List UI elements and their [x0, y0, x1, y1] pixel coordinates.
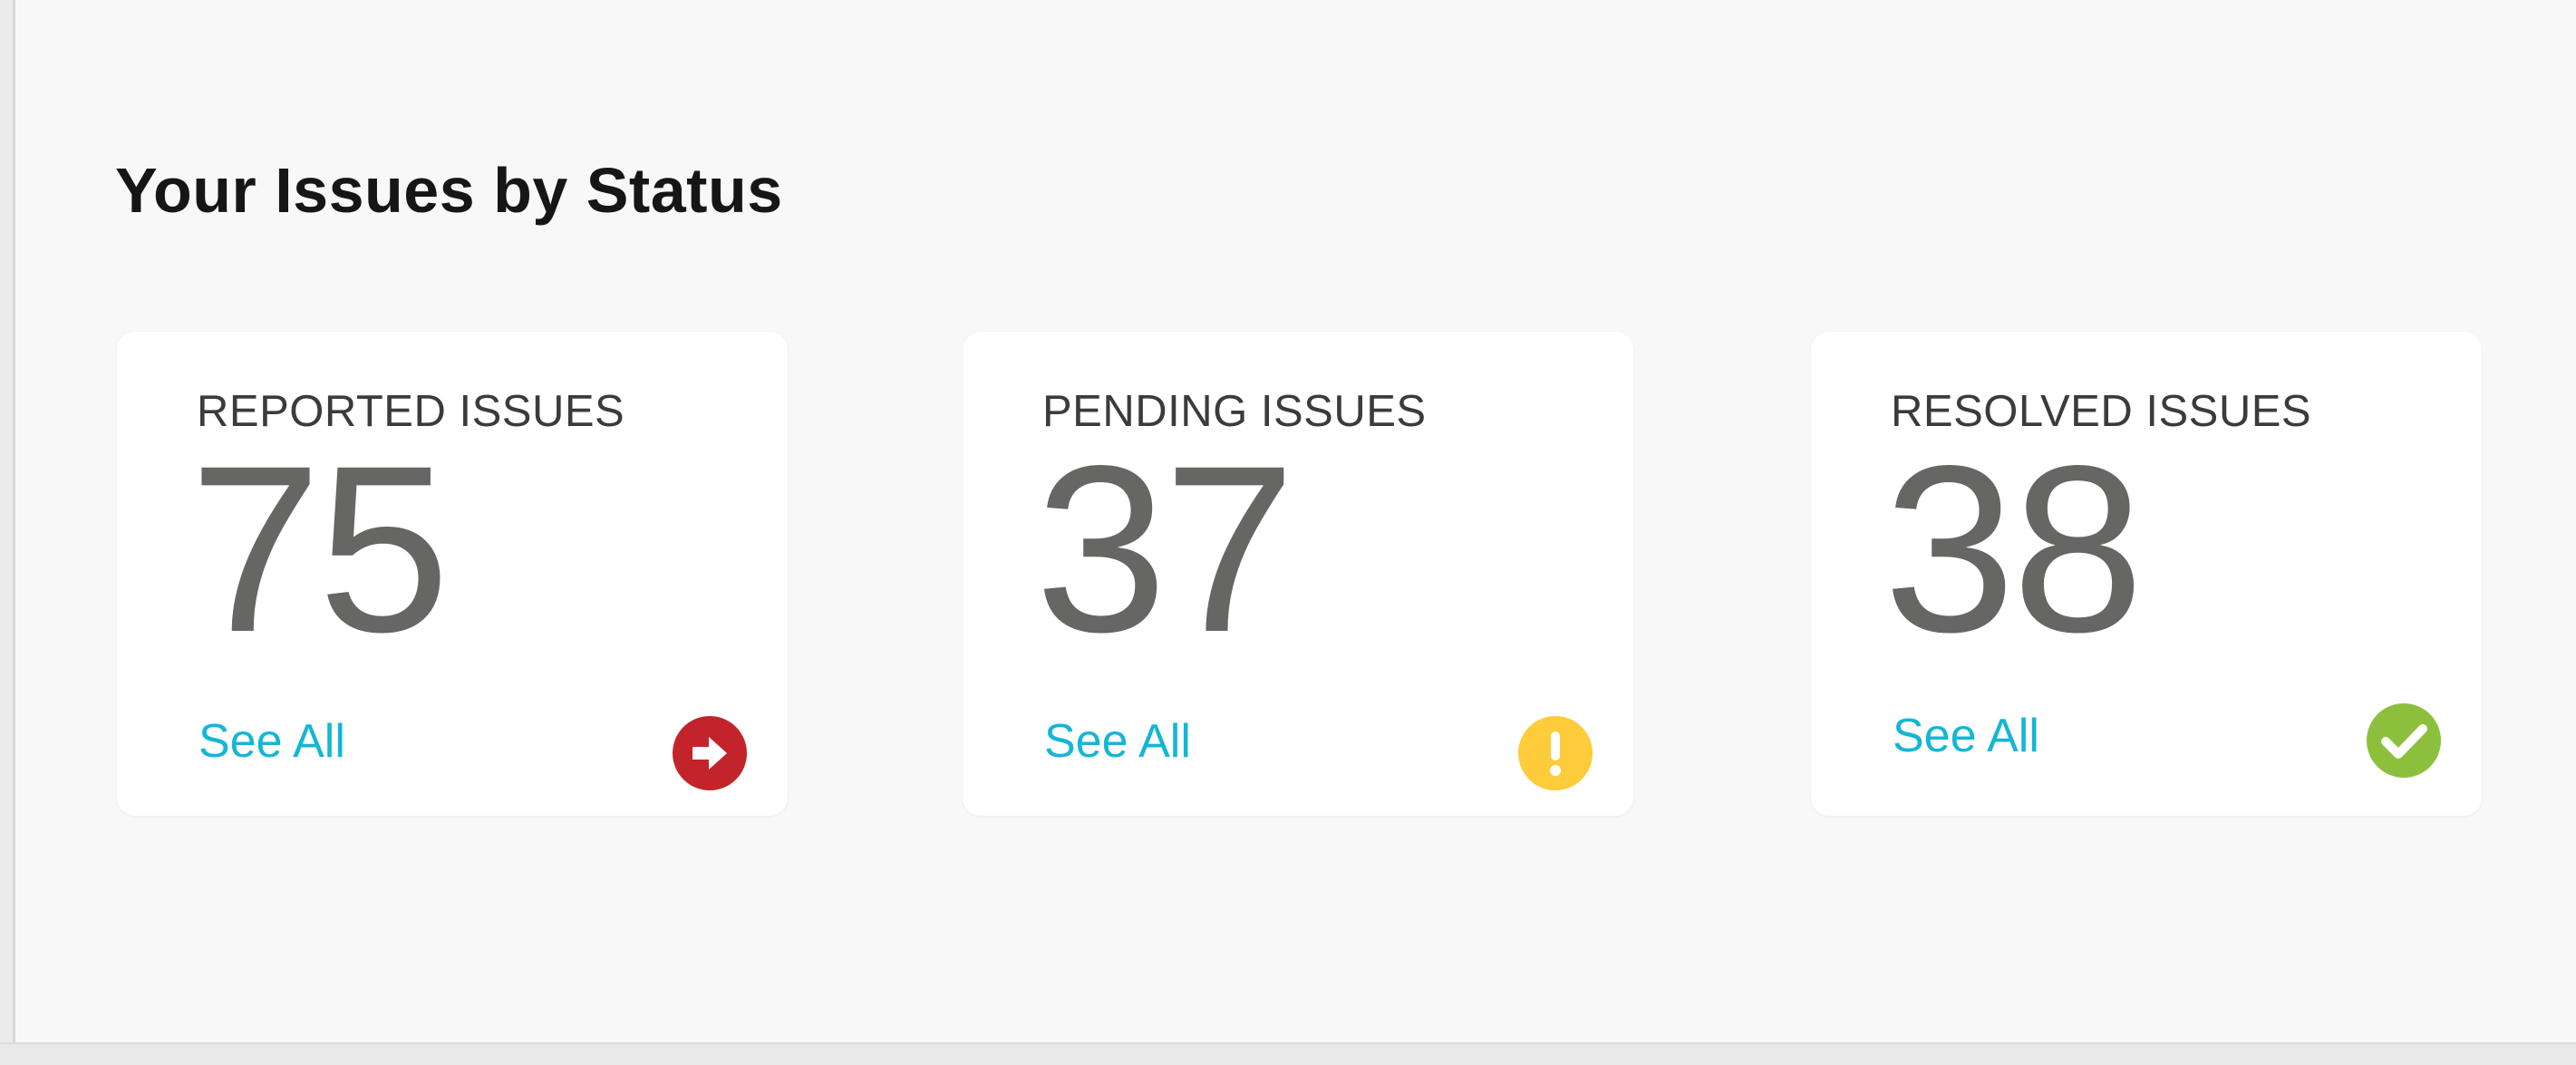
reported-issues-count: 75	[189, 416, 450, 682]
arrow-right-icon[interactable]	[673, 716, 747, 790]
resolved-issues-see-all-link[interactable]: See All	[1893, 707, 2039, 765]
checkmark-icon	[2367, 703, 2441, 778]
reported-issues-see-all-link[interactable]: See All	[199, 712, 345, 770]
section-title: Your Issues by Status	[115, 155, 783, 226]
reported-issues-card: REPORTED ISSUES 75 See All	[117, 332, 788, 816]
pending-issues-card: PENDING ISSUES 37 See All	[963, 332, 1633, 816]
dashboard-panel: Your Issues by Status REPORTED ISSUES 75…	[13, 0, 2576, 1042]
resolved-issues-count: 38	[1884, 416, 2144, 682]
exclamation-icon	[1518, 716, 1593, 790]
pending-issues-see-all-link[interactable]: See All	[1044, 712, 1191, 770]
resolved-issues-card: RESOLVED ISSUES 38 See All	[1811, 332, 2482, 816]
bottom-border	[0, 1042, 2576, 1065]
pending-issues-count: 37	[1035, 416, 1295, 682]
